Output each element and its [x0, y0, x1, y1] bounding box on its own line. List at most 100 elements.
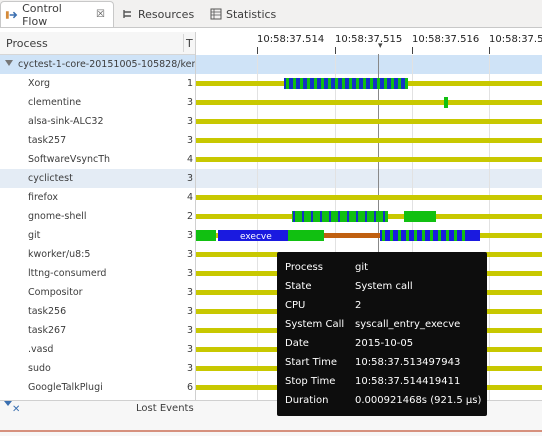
tree-row-process[interactable]: kworker/u8:5 3: [0, 245, 195, 264]
waiting-state-bar[interactable]: [196, 138, 542, 143]
running-state-bar[interactable]: [404, 211, 436, 222]
running-state-bar[interactable]: [377, 78, 380, 89]
usermode-state-bar[interactable]: [365, 211, 367, 222]
tree-row-process[interactable]: GoogleTalkPlugi 6: [0, 378, 195, 397]
usermode-state-bar[interactable]: [374, 211, 376, 222]
tab-resources[interactable]: Resources: [118, 1, 204, 27]
running-state-bar[interactable]: [335, 78, 338, 89]
control-flow-icon: [5, 10, 18, 19]
tree-row-process[interactable]: gnome-shell 2: [0, 207, 195, 226]
running-state-bar[interactable]: [444, 97, 448, 108]
tree-row-process[interactable]: task257 3: [0, 131, 195, 150]
running-state-bar[interactable]: [288, 230, 324, 241]
tree-row-process[interactable]: clementine 3: [0, 93, 195, 112]
process-name: Compositor: [28, 287, 83, 298]
running-state-bar[interactable]: [363, 78, 366, 89]
waiting-state-bar[interactable]: [196, 119, 542, 124]
column-header-process[interactable]: Process: [6, 37, 48, 50]
tooltip-value: git: [355, 262, 369, 273]
usermode-state-bar[interactable]: [320, 211, 322, 222]
usermode-state-bar[interactable]: [293, 211, 295, 222]
process-cpu: 3: [187, 173, 194, 184]
waiting-state-bar[interactable]: [196, 195, 542, 200]
running-state-bar[interactable]: [342, 78, 345, 89]
trace-row-background[interactable]: [196, 55, 542, 74]
tooltip-key: Date: [285, 338, 309, 349]
process-name: firefox: [28, 192, 59, 203]
running-state-bar[interactable]: [314, 78, 317, 89]
running-state-bar[interactable]: [391, 78, 394, 89]
waiting-state-bar[interactable]: [196, 100, 542, 105]
trace-name: cyctest-1-core-20151005-105828/kernel: [18, 59, 196, 70]
close-icon[interactable]: ✕: [12, 404, 20, 415]
selected-row-background[interactable]: [196, 169, 542, 188]
running-state-bar[interactable]: [462, 230, 465, 241]
process-cpu: 3: [187, 135, 194, 146]
usermode-state-bar[interactable]: [383, 211, 385, 222]
process-name: task257: [28, 135, 67, 146]
process-cpu: 6: [187, 382, 194, 393]
usermode-state-bar[interactable]: [347, 211, 349, 222]
running-state-bar[interactable]: [405, 78, 408, 89]
running-state-bar[interactable]: [307, 78, 310, 89]
process-name: Xorg: [28, 78, 51, 89]
column-divider[interactable]: [183, 34, 184, 52]
running-state-bar[interactable]: [390, 230, 393, 241]
tree-row-trace[interactable]: cyctest-1-core-20151005-105828/kernel: [0, 55, 195, 74]
running-state-bar[interactable]: [328, 78, 331, 89]
tab-control-flow[interactable]: Control Flow ☒: [0, 1, 114, 28]
running-state-bar[interactable]: [286, 78, 289, 89]
close-icon[interactable]: ☒: [96, 9, 105, 20]
running-state-bar[interactable]: [398, 78, 401, 89]
running-state-bar[interactable]: [300, 78, 303, 89]
running-state-bar[interactable]: [398, 230, 401, 241]
running-state-bar[interactable]: [446, 230, 449, 241]
tooltip-key: Stop Time: [285, 376, 336, 387]
tree-row-process[interactable]: sudo 3: [0, 359, 195, 378]
process-name: git: [28, 230, 41, 241]
tree-row-process[interactable]: cyclictest 3: [0, 169, 195, 188]
running-state-bar[interactable]: [293, 78, 296, 89]
tooltip-key: Duration: [285, 395, 329, 406]
process-tree[interactable]: Process T cyctest-1-core-20151005-105828…: [0, 32, 196, 403]
tree-row-process[interactable]: .vasd 3: [0, 340, 195, 359]
usermode-state-bar[interactable]: [338, 211, 340, 222]
running-state-bar[interactable]: [414, 230, 417, 241]
waiting-state-bar[interactable]: [196, 157, 542, 162]
collapse-arrow-icon[interactable]: [4, 401, 12, 406]
tree-row-process[interactable]: git 3: [0, 226, 195, 245]
running-state-bar[interactable]: [356, 78, 359, 89]
usermode-state-bar[interactable]: [302, 211, 304, 222]
usermode-state-bar[interactable]: [356, 211, 358, 222]
running-state-bar[interactable]: [196, 230, 216, 241]
running-state-bar[interactable]: [430, 230, 433, 241]
running-state-bar[interactable]: [382, 230, 385, 241]
running-state-bar[interactable]: [349, 78, 352, 89]
interrupted-state-bar[interactable]: [324, 233, 380, 238]
tree-row-process[interactable]: lttng-consumerd 3: [0, 264, 195, 283]
running-state-bar[interactable]: [454, 230, 457, 241]
expand-arrow-icon[interactable]: [5, 60, 13, 66]
process-cpu: 3: [187, 363, 194, 374]
lost-events-label: Lost Events: [136, 403, 194, 414]
tree-row-process[interactable]: alsa-sink-ALC32 3: [0, 112, 195, 131]
running-state-bar[interactable]: [438, 230, 441, 241]
tree-row-process[interactable]: firefox 4: [0, 188, 195, 207]
usermode-state-bar[interactable]: [329, 211, 331, 222]
git-state-label: execve: [240, 232, 272, 242]
process-name: .vasd: [28, 344, 54, 355]
running-state-bar[interactable]: [370, 78, 373, 89]
tree-row-process[interactable]: SoftwareVsyncTh 4: [0, 150, 195, 169]
tree-row-process[interactable]: Compositor 3: [0, 283, 195, 302]
tab-statistics[interactable]: Statistics: [206, 1, 286, 27]
running-state-bar[interactable]: [321, 78, 324, 89]
running-state-bar[interactable]: [384, 78, 387, 89]
usermode-state-bar[interactable]: [311, 211, 313, 222]
running-state-bar[interactable]: [406, 230, 409, 241]
running-state-bar[interactable]: [422, 230, 425, 241]
tree-row-process[interactable]: Xorg 1: [0, 74, 195, 93]
column-header-tid[interactable]: T: [186, 37, 193, 50]
tree-row-process[interactable]: task267 3: [0, 321, 195, 340]
tree-row-process[interactable]: task256 3: [0, 302, 195, 321]
process-name: sudo: [28, 363, 51, 374]
